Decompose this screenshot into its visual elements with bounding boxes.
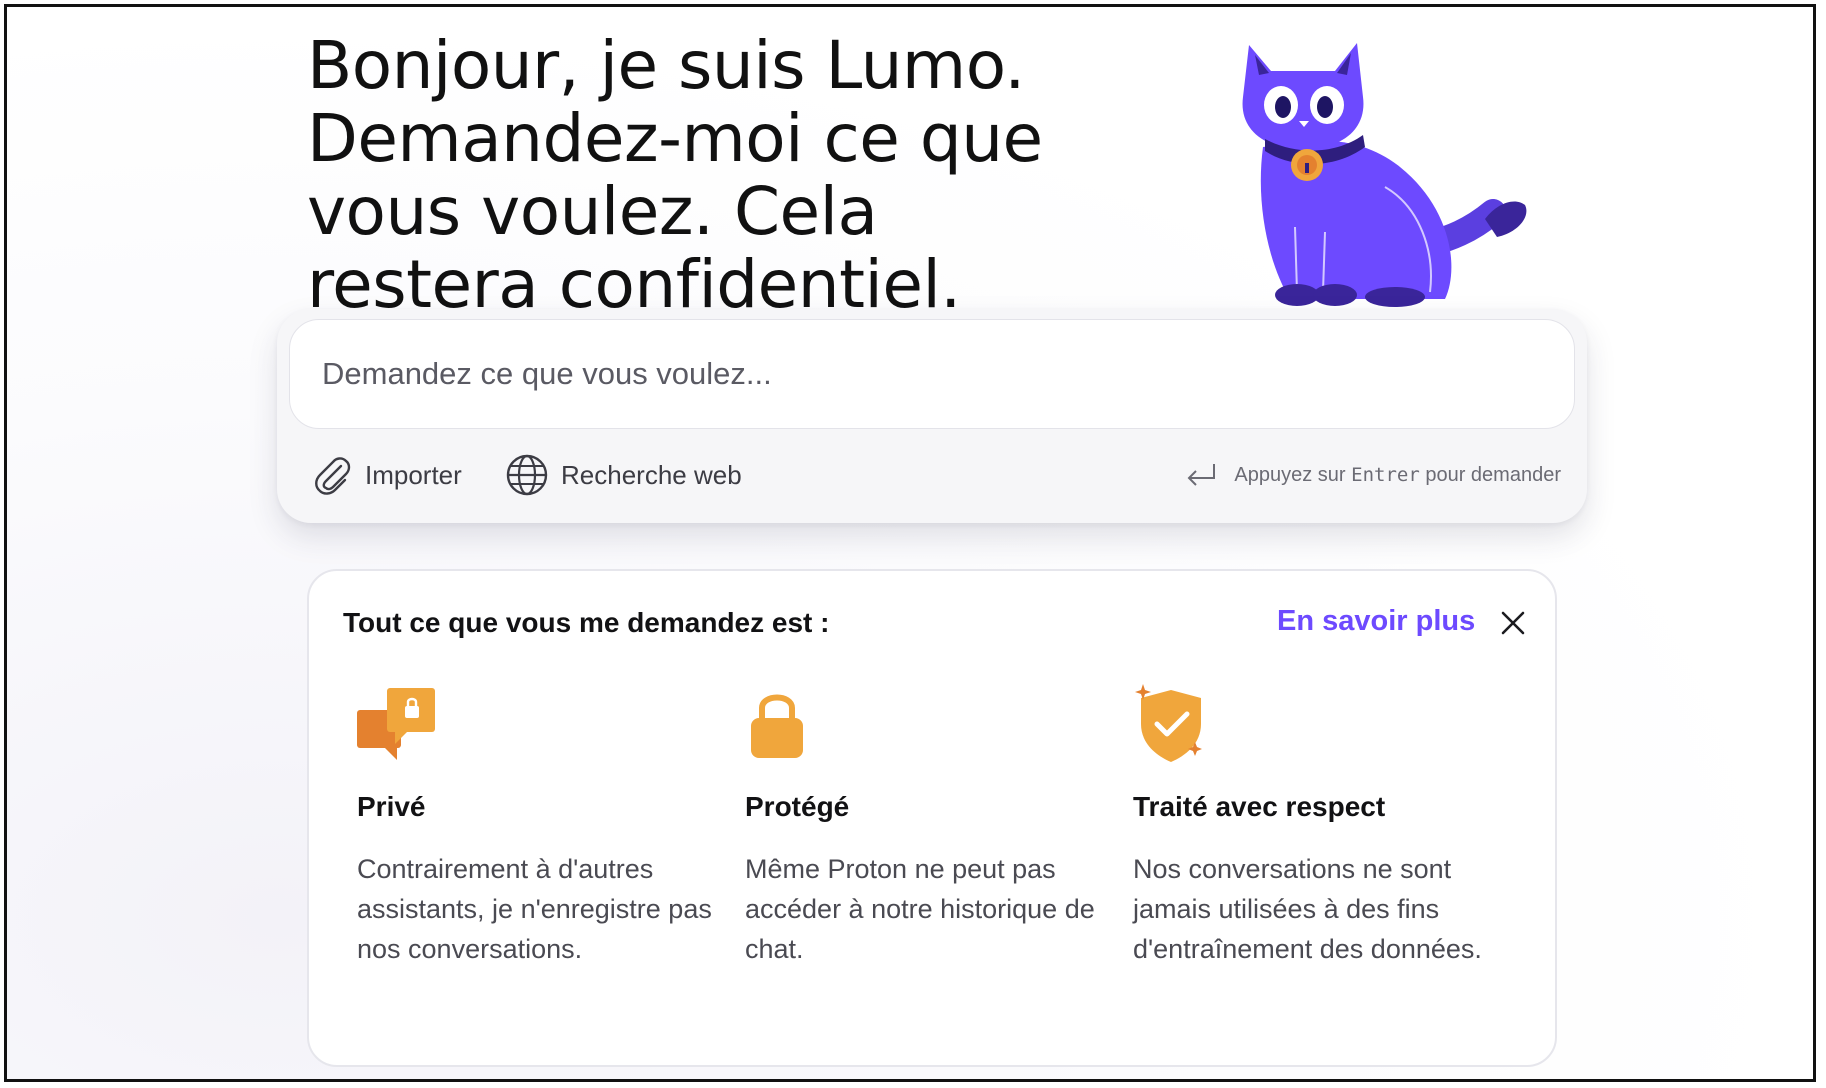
import-label: Importer [365, 459, 462, 490]
feature-protected-title: Protégé [745, 791, 850, 822]
web-search-button[interactable]: Recherche web [505, 447, 742, 503]
cat-mascot-icon [1242, 43, 1527, 307]
padlock-icon [751, 694, 803, 758]
privacy-card-title: Tout ce que vous me demandez est : [343, 607, 830, 638]
paperclip-icon [315, 457, 351, 495]
chat-lock-icon [357, 688, 435, 760]
prompt-input[interactable] [289, 319, 1575, 429]
privacy-card: Tout ce que vous me demandez est : En sa… [307, 569, 1557, 1067]
hint-prefix: Appuyez sur [1234, 463, 1346, 486]
submit-hint: Appuyez sur Entrer pour demander [1186, 451, 1561, 499]
enter-key-icon [1187, 464, 1216, 486]
feature-protected: Protégé Même Proton ne peut pas accéder … [745, 681, 1115, 964]
app-window: Bonjour, je suis Lumo. Demandez-moi ce q… [4, 4, 1816, 1082]
feature-respect-title: Traité avec respect [1133, 791, 1386, 822]
hint-suffix: pour demander [1425, 463, 1561, 486]
globe-icon [506, 454, 548, 496]
web-search-label: Recherche web [561, 459, 742, 490]
feature-respect-text: Nos conversations ne sont jamais utilisé… [1133, 854, 1482, 964]
shield-check-icon [1135, 684, 1202, 762]
hero-title: Bonjour, je suis Lumo. Demandez-moi ce q… [307, 27, 1043, 323]
close-icon [1501, 611, 1525, 635]
feature-protected-text: Même Proton ne peut pas accéder à notre … [745, 854, 1095, 964]
feature-private: Privé Contrairement à d'autres assistant… [357, 681, 727, 964]
hint-key: Entrer [1351, 463, 1420, 486]
feature-respect: Traité avec respect Nos conversations ne… [1133, 681, 1503, 964]
feature-private-title: Privé [357, 791, 426, 822]
learn-more-link[interactable]: En savoir plus [1277, 605, 1475, 638]
feature-private-text: Contrairement à d'autres assistants, je … [357, 854, 712, 964]
prompt-composer: Importer Recherche web Appuyez sur Entre… [277, 309, 1587, 523]
close-button[interactable] [1499, 609, 1527, 637]
import-button[interactable]: Importer [311, 447, 462, 503]
